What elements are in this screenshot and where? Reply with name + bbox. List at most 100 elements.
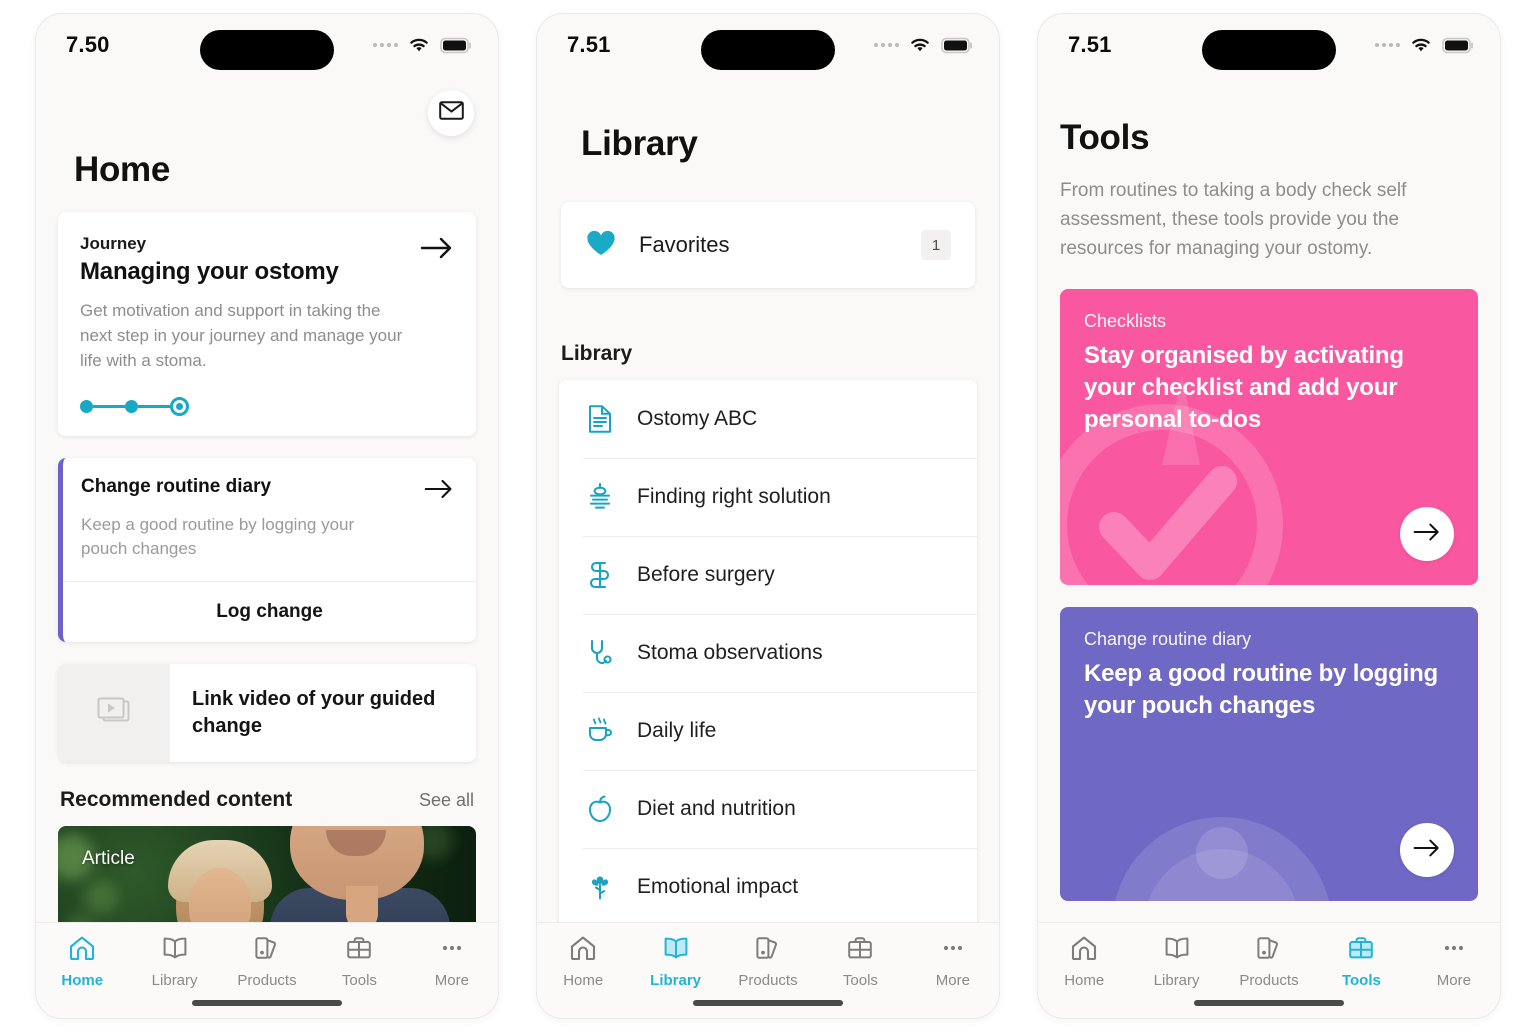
heart-icon — [585, 228, 617, 262]
cup-icon — [583, 716, 617, 746]
journey-card-header: Journey Managing your ostomy — [80, 234, 454, 286]
tab-tools[interactable]: Tools — [814, 935, 906, 989]
tab-library[interactable]: Library — [629, 935, 721, 989]
journey-card[interactable]: Journey Managing your ostomy Get motivat… — [58, 212, 476, 436]
palette-icon — [253, 935, 281, 966]
recommended-section-header: Recommended content See all — [60, 788, 474, 812]
journey-progress — [80, 397, 454, 416]
library-item-finding-right-solution[interactable]: Finding right solution — [559, 458, 977, 536]
see-all-link[interactable]: See all — [419, 790, 474, 811]
tab-products[interactable]: Products — [221, 935, 313, 989]
library-item-label: Ostomy ABC — [637, 407, 758, 430]
palette-icon — [1255, 935, 1283, 966]
tab-products-label: Products — [1239, 972, 1299, 989]
status-indicators — [1375, 36, 1474, 54]
status-indicators — [874, 36, 973, 54]
more-dots-icon — [438, 935, 466, 966]
mail-button[interactable] — [428, 90, 474, 136]
tab-more-label: More — [434, 972, 469, 989]
favorites-row[interactable]: Favorites 1 — [561, 202, 975, 288]
favorites-label: Favorites — [639, 232, 730, 257]
bottom-tabbar[interactable]: Home Library Products Tools More — [36, 922, 498, 1018]
checklists-arrow-button[interactable] — [1400, 507, 1454, 561]
tools-scroll-area[interactable]: Tools From routines to taking a body che… — [1038, 76, 1500, 922]
tab-library[interactable]: Library — [1130, 935, 1222, 989]
log-change-button[interactable]: Log change — [63, 581, 476, 642]
recommended-article-card[interactable]: Article — [58, 826, 476, 922]
status-bar: 7.51 — [1038, 14, 1500, 76]
toolbox-icon — [345, 935, 373, 966]
wifi-icon — [1409, 36, 1433, 54]
home-indicator — [693, 1000, 843, 1006]
tab-products[interactable]: Products — [722, 935, 814, 989]
library-item-diet-and-nutrition[interactable]: Diet and nutrition — [559, 770, 977, 848]
diary-arrow-button[interactable] — [1400, 823, 1454, 877]
tab-products[interactable]: Products — [1223, 935, 1315, 989]
diary-card-header: Change routine diary — [81, 476, 454, 505]
more-dots-icon — [1440, 935, 1468, 966]
library-item-label: Emotional impact — [637, 875, 799, 898]
stoma-pouch-icon — [583, 482, 617, 512]
journey-card-text: Journey Managing your ostomy — [80, 234, 339, 286]
library-item-daily-life[interactable]: Daily life — [559, 692, 977, 770]
tab-tools[interactable]: Tools — [313, 935, 405, 989]
hand-pouch-watermark — [1115, 817, 1338, 901]
status-indicators — [373, 36, 472, 54]
book-icon — [161, 935, 189, 966]
phone-tools: 7.51 Tools From routines to taking a bod… — [1038, 14, 1500, 1018]
change-routine-diary-card[interactable]: Change routine diary Keep a good routine… — [58, 458, 476, 642]
tool-card-change-routine-diary[interactable]: Change routine diary Keep a good routine… — [1060, 607, 1478, 901]
toolbox-icon — [1347, 935, 1375, 966]
link-video-card[interactable]: Link video of your guided change — [58, 664, 476, 762]
more-dots-icon — [939, 935, 967, 966]
library-item-before-surgery[interactable]: Before surgery — [559, 536, 977, 614]
home-icon — [68, 935, 96, 966]
battery-icon — [440, 37, 472, 54]
progress-step-3-current — [170, 397, 189, 416]
library-list[interactable]: Ostomy ABC Finding right solution Before… — [559, 380, 977, 922]
page-title: Library — [581, 124, 698, 163]
home-icon — [1070, 935, 1098, 966]
bottom-tabbar[interactable]: Home Library Products Tools More — [1038, 922, 1500, 1018]
tab-more-label: More — [1436, 972, 1471, 989]
page-title: Tools — [1060, 118, 1150, 157]
tab-home[interactable]: Home — [537, 935, 629, 989]
tab-more[interactable]: More — [1408, 935, 1500, 989]
library-section-label: Library — [561, 342, 633, 365]
diary-card-top: Change routine diary Keep a good routine… — [63, 458, 476, 581]
tab-library[interactable]: Library — [128, 935, 220, 989]
library-item-stoma-observations[interactable]: Stoma observations — [559, 614, 977, 692]
tab-more[interactable]: More — [406, 935, 498, 989]
library-item-label: Before surgery — [637, 563, 775, 586]
video-placeholder-icon — [95, 694, 133, 733]
tab-tools[interactable]: Tools — [1315, 935, 1407, 989]
progress-step-2 — [125, 400, 138, 413]
status-clock: 7.51 — [1068, 32, 1112, 57]
arrow-right-icon — [1413, 838, 1441, 863]
progress-step-1 — [80, 400, 93, 413]
palette-icon — [754, 935, 782, 966]
tab-home-label: Home — [61, 972, 104, 989]
library-item-label: Daily life — [637, 719, 717, 742]
dynamic-island — [1202, 30, 1336, 70]
arrow-right-icon[interactable] — [420, 236, 454, 265]
status-clock: 7.51 — [567, 32, 611, 57]
library-item-ostomy-abc[interactable]: Ostomy ABC — [559, 380, 977, 458]
tab-library-label: Library — [1153, 972, 1200, 989]
home-scroll-area[interactable]: Home Journey Managing your ostomy Get mo… — [36, 76, 498, 922]
diary-title: Change routine diary — [81, 476, 272, 497]
tab-home[interactable]: Home — [36, 935, 128, 989]
journey-title: Managing your ostomy — [80, 258, 339, 285]
tab-tools-label: Tools — [1341, 972, 1381, 989]
checklists-eyebrow: Checklists — [1084, 311, 1167, 331]
tab-more[interactable]: More — [907, 935, 999, 989]
library-scroll-area[interactable]: Library Favorites 1 Library Ostomy ABC F… — [537, 76, 999, 922]
diary-body: Keep a good routine by logging your pouc… — [81, 515, 355, 558]
library-item-emotional-impact[interactable]: Emotional impact — [559, 848, 977, 922]
signal-dots-icon — [373, 43, 398, 47]
tab-tools-label: Tools — [341, 972, 377, 989]
arrow-right-icon[interactable] — [424, 478, 454, 505]
tool-card-checklists[interactable]: Checklists Stay organised by activating … — [1060, 289, 1478, 585]
tab-home[interactable]: Home — [1038, 935, 1130, 989]
bottom-tabbar[interactable]: Home Library Products Tools More — [537, 922, 999, 1018]
